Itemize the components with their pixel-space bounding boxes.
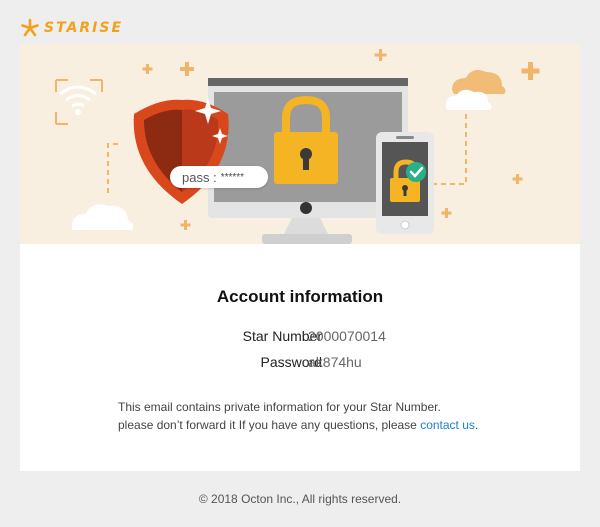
privacy-notice: This email contains private information … bbox=[118, 398, 538, 434]
field-value: 2000070014 bbox=[308, 328, 386, 344]
notice-end: . bbox=[474, 418, 479, 432]
hero-illustration: pass : ****** bbox=[20, 44, 580, 244]
contact-us-link[interactable]: contact us bbox=[420, 418, 475, 432]
notice-text: please don’t forward it If you have any … bbox=[118, 418, 421, 432]
brand-logo: STARISE bbox=[20, 18, 123, 38]
pass-mask: ****** bbox=[220, 171, 245, 183]
field-value: ak874hu bbox=[308, 354, 362, 370]
check-icon bbox=[406, 162, 426, 182]
pass-label: pass : bbox=[182, 169, 217, 185]
email-card: pass : ****** Account information Star N… bbox=[20, 44, 580, 471]
notice-line-2: please don’t forward it If you have any … bbox=[118, 416, 538, 434]
brand-name: STARISE bbox=[44, 20, 124, 36]
copyright-footer: © 2018 Octon Inc., All rights reserved. bbox=[198, 492, 402, 506]
page-title: Account information bbox=[216, 287, 384, 306]
notice-line-1: This email contains private information … bbox=[118, 400, 441, 414]
phone-icon bbox=[376, 132, 434, 234]
star-logo-icon bbox=[21, 18, 39, 37]
password-field-illustration: pass : ****** bbox=[170, 166, 268, 188]
wifi-icon bbox=[55, 79, 103, 125]
